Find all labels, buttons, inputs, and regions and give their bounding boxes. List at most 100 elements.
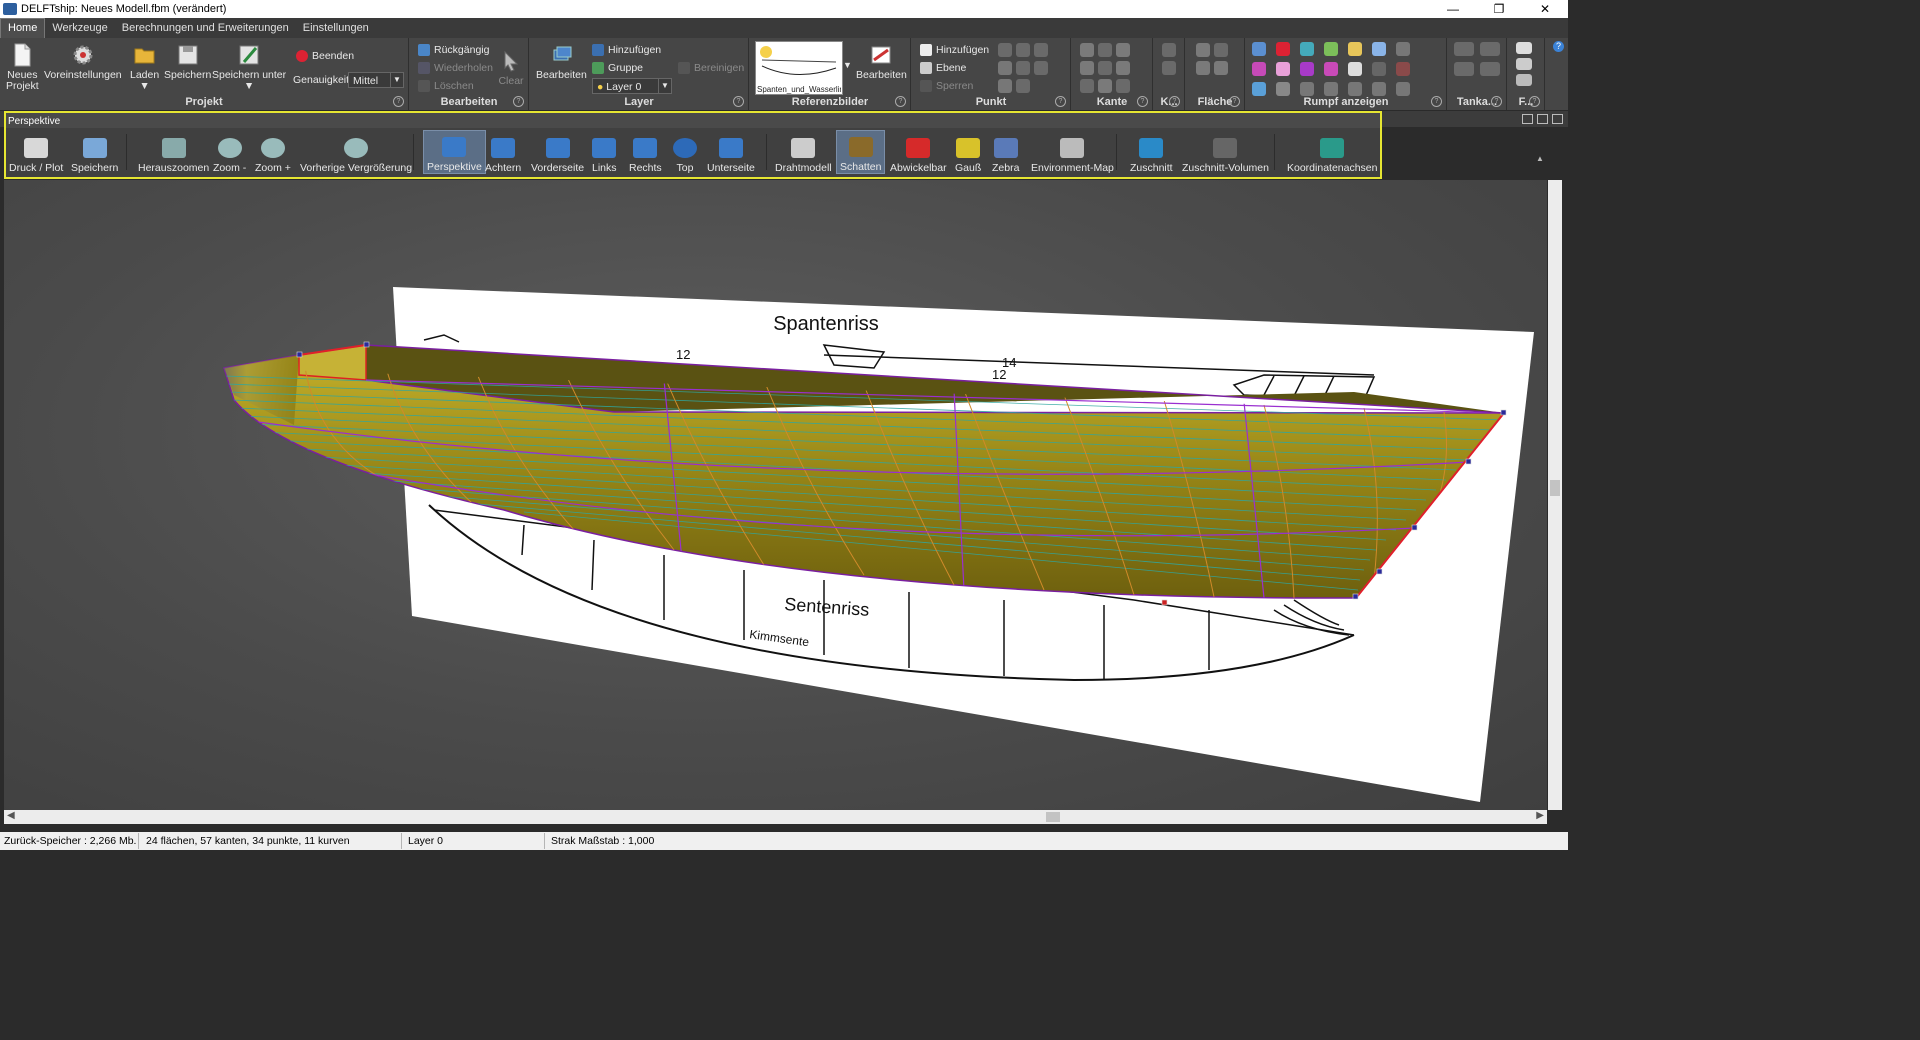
help-icon[interactable]: ? bbox=[1431, 96, 1442, 107]
show-tool-icon[interactable] bbox=[1396, 82, 1410, 96]
chevron-down-icon[interactable]: ▼ bbox=[843, 60, 852, 70]
show-tool-icon[interactable] bbox=[1372, 62, 1386, 76]
show-grid-icon[interactable] bbox=[1396, 42, 1410, 56]
zuschnitt-button[interactable]: Zuschnitt bbox=[1127, 130, 1176, 174]
edge-tool-icon[interactable] bbox=[1098, 61, 1112, 75]
help-icon[interactable]: ? bbox=[895, 96, 906, 107]
help-icon[interactable]: ? bbox=[1553, 41, 1564, 52]
tank-tool-icon[interactable] bbox=[1454, 62, 1474, 76]
tank-tool-icon[interactable] bbox=[1480, 42, 1500, 56]
vertical-scroll-thumb[interactable] bbox=[1550, 480, 1560, 496]
show-normals-icon[interactable] bbox=[1276, 62, 1290, 76]
minimize-doc-icon[interactable] bbox=[1522, 114, 1533, 124]
rechts-button[interactable]: Rechts bbox=[626, 130, 665, 174]
viewport-canvas[interactable]: Spantenriss 12 14 12 Sentenriss Kimmsent… bbox=[4, 180, 1547, 810]
zoom-in-button[interactable]: Zoom + bbox=[252, 130, 294, 174]
show-tool-icon[interactable] bbox=[1348, 82, 1362, 96]
bereinigen-button[interactable]: Bereinigen bbox=[678, 60, 744, 76]
restore-icon[interactable]: ❐ bbox=[1476, 0, 1522, 18]
close-doc-icon[interactable] bbox=[1552, 114, 1563, 124]
schatten-button[interactable]: Schatten bbox=[836, 130, 886, 174]
point-tool-icon[interactable] bbox=[1016, 61, 1030, 75]
zoom-out-button[interactable]: Zoom - bbox=[210, 130, 249, 174]
show-hydrostatics-icon[interactable] bbox=[1348, 62, 1362, 76]
tab-home[interactable]: Home bbox=[0, 18, 46, 38]
scroll-left-icon[interactable]: ◀ bbox=[7, 810, 15, 821]
neues-projekt-button[interactable]: Neues Projekt bbox=[6, 42, 39, 92]
point-tool-icon[interactable] bbox=[1016, 43, 1030, 57]
point-tool-icon[interactable] bbox=[998, 79, 1012, 93]
face-tool-icon[interactable] bbox=[1214, 61, 1228, 75]
show-tool-icon[interactable] bbox=[1396, 62, 1410, 76]
show-tool-icon[interactable] bbox=[1324, 82, 1338, 96]
speichern-unter-button[interactable]: Speichern unter ▼ bbox=[212, 42, 286, 92]
laden-button[interactable]: Laden ▼ bbox=[130, 42, 159, 92]
speichern-view-button[interactable]: Speichern bbox=[68, 130, 121, 174]
layer-select[interactable]: ● Layer 0 ▼ bbox=[592, 78, 672, 94]
show-waterlines-icon[interactable] bbox=[1348, 42, 1362, 56]
rueckgaengig-button[interactable]: Rückgängig bbox=[418, 42, 489, 58]
show-interior-edges-icon[interactable] bbox=[1276, 42, 1290, 56]
show-tool-icon[interactable] bbox=[1252, 82, 1266, 96]
edge-tool-icon[interactable] bbox=[1080, 43, 1094, 57]
face-tool-icon[interactable] bbox=[1196, 43, 1210, 57]
reference-image-thumbnail[interactable]: Spanten_und_Wasserlini... bbox=[755, 41, 843, 95]
gruppe-button[interactable]: Gruppe bbox=[592, 60, 643, 76]
edge-tool-icon[interactable] bbox=[1098, 43, 1112, 57]
point-tool-icon[interactable] bbox=[998, 61, 1012, 75]
environment-map-button[interactable]: Environment-Map bbox=[1028, 130, 1117, 174]
face-tool-icon[interactable] bbox=[1196, 61, 1210, 75]
help-icon[interactable]: ? bbox=[513, 96, 524, 107]
help-icon[interactable]: ? bbox=[1229, 96, 1240, 107]
show-tool-icon[interactable] bbox=[1372, 82, 1386, 96]
help-icon[interactable]: ? bbox=[1055, 96, 1066, 107]
help-icon[interactable]: ? bbox=[393, 96, 404, 107]
druck-plot-button[interactable]: Druck / Plot bbox=[6, 130, 66, 174]
beenden-button[interactable]: Beenden bbox=[296, 48, 354, 64]
gauss-button[interactable]: Gauß bbox=[952, 130, 984, 174]
pin-icon[interactable]: ▲ bbox=[1536, 154, 1544, 163]
point-tool-icon[interactable] bbox=[1034, 43, 1048, 57]
herauszoomen-button[interactable]: Herauszoomen bbox=[135, 130, 212, 174]
edge-tool-icon[interactable] bbox=[1098, 79, 1112, 93]
perspective-viewport[interactable]: Spantenriss 12 14 12 Sentenriss Kimmsent… bbox=[4, 180, 1547, 810]
form-tool-icon[interactable] bbox=[1516, 74, 1532, 86]
loeschen-button[interactable]: Löschen bbox=[418, 78, 474, 94]
curve-tool-icon[interactable] bbox=[1162, 61, 1176, 75]
tab-einstellungen[interactable]: Einstellungen bbox=[296, 19, 376, 38]
edge-tool-icon[interactable] bbox=[1080, 61, 1094, 75]
speichern-button[interactable]: Speichern bbox=[164, 42, 211, 81]
achtern-button[interactable]: Achtern bbox=[482, 130, 524, 174]
top-button[interactable]: Top bbox=[670, 130, 700, 174]
show-stations-icon[interactable] bbox=[1300, 42, 1314, 56]
perspektive-view-button[interactable]: Perspektive bbox=[423, 130, 486, 174]
show-buttocks-icon[interactable] bbox=[1324, 42, 1338, 56]
tank-tool-icon[interactable] bbox=[1480, 62, 1500, 76]
sperren-button[interactable]: Sperren bbox=[920, 78, 973, 94]
koordinatenachsen-button[interactable]: Koordinatenachsen bbox=[1284, 130, 1381, 174]
voreinstellungen-button[interactable]: Voreinstellungen bbox=[44, 42, 122, 81]
unterseite-button[interactable]: Unterseite bbox=[704, 130, 758, 174]
show-diagonals-icon[interactable] bbox=[1372, 42, 1386, 56]
help-icon[interactable]: ? bbox=[1491, 96, 1502, 107]
show-curvature-icon[interactable] bbox=[1252, 62, 1266, 76]
zuschnitt-volumen-button[interactable]: Zuschnitt-Volumen bbox=[1179, 130, 1272, 174]
wiederholen-button[interactable]: Wiederholen bbox=[418, 60, 493, 76]
vorherige-vergroesserung-button[interactable]: Vorherige Vergrößerung bbox=[297, 130, 415, 174]
help-icon[interactable]: ? bbox=[1529, 96, 1540, 107]
horizontal-scrollbar[interactable]: ◀ ▶ bbox=[4, 810, 1547, 824]
form-tool-icon[interactable] bbox=[1516, 58, 1532, 70]
referenzbild-bearbeiten-button[interactable]: Bearbeiten bbox=[856, 42, 907, 81]
help-icon[interactable]: ? bbox=[1169, 96, 1180, 107]
chevron-down-icon[interactable]: ▼ bbox=[139, 81, 149, 92]
curve-tool-icon[interactable] bbox=[1162, 43, 1176, 57]
punkt-hinzufuegen-button[interactable]: Hinzufügen bbox=[920, 42, 989, 58]
ebene-button[interactable]: Ebene bbox=[920, 60, 966, 76]
point-tool-icon[interactable] bbox=[998, 43, 1012, 57]
show-tool-icon[interactable] bbox=[1300, 82, 1314, 96]
edge-tool-icon[interactable] bbox=[1116, 61, 1130, 75]
minimize-icon[interactable]: — bbox=[1430, 0, 1476, 18]
point-tool-icon[interactable] bbox=[1016, 79, 1030, 93]
show-flowlines-icon[interactable] bbox=[1324, 62, 1338, 76]
drahtmodell-button[interactable]: Drahtmodell bbox=[772, 130, 835, 174]
